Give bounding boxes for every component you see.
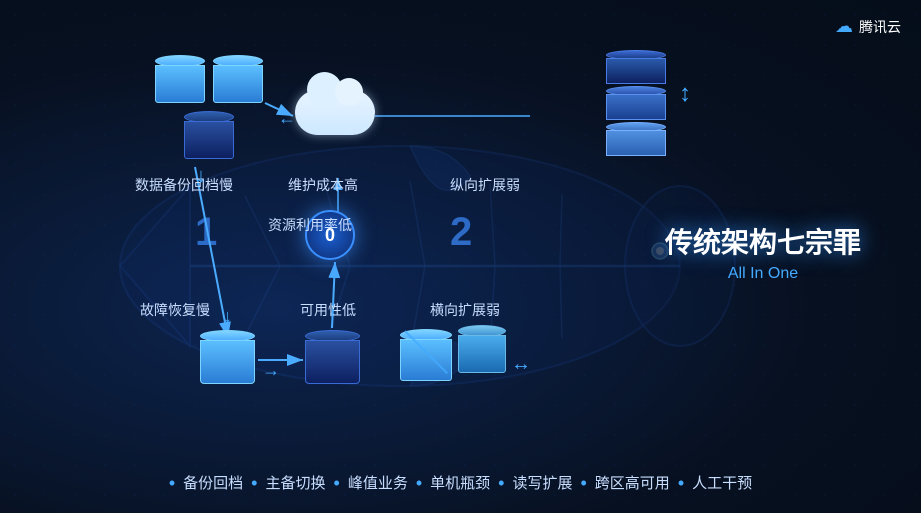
arrow-to-cloud: ← (278, 108, 296, 129)
bullet-dot-1: • (169, 474, 175, 492)
cloud-shape (295, 90, 375, 135)
title-en: All In One (665, 265, 861, 283)
number-one: 1 (195, 210, 217, 255)
cloud-logo-icon: ☁ (835, 16, 853, 37)
bullet-dot-4: • (416, 474, 422, 492)
bottom-bullets: • 备份回档 • 主备切换 • 峰值业务 • 单机瓶颈 • 读写扩展 • 跨区高… (30, 472, 891, 493)
bullet-rw: 读写扩展 (512, 472, 572, 493)
bottom-center-db: ↑ (305, 330, 360, 384)
top-right-db: ↕ (606, 50, 666, 156)
bullet-manual: 人工干预 (692, 472, 752, 493)
bullet-dot-2: • (251, 474, 257, 492)
bottom-left-db: ↓ → (200, 330, 255, 384)
bullet-dot-5: • (498, 474, 504, 492)
main-title: 传统架构七宗罪 All In One (665, 224, 861, 282)
top-left-db-group (155, 55, 263, 159)
label-maintenance: 维护成本高 (288, 175, 358, 195)
bullet-peak: 峰值业务 (348, 472, 408, 493)
bullet-dot-3: • (334, 474, 340, 492)
arrow-down-left: ↓ (196, 165, 206, 188)
logo: ☁ 腾讯云 (835, 16, 901, 37)
bullet-crosszone: 跨区高可用 (595, 472, 670, 493)
bullet-single: 单机瓶颈 (430, 472, 490, 493)
label-recovery: 故障恢复慢 (140, 300, 210, 320)
label-horizontal: 横向扩展弱 (430, 300, 500, 320)
bullet-backup: 备份回档 (183, 472, 243, 493)
bottom-right-db-group: ↔ (400, 325, 506, 381)
bullet-dot-7: • (678, 474, 684, 492)
bullet-dot-6: • (580, 474, 586, 492)
bullet-switch: 主备切换 (265, 472, 325, 493)
label-data-backup: 数据备份回档慢 (135, 175, 233, 195)
label-vertical: 纵向扩展弱 (450, 175, 520, 195)
title-cn: 传统架构七宗罪 (665, 224, 861, 260)
label-availability: 可用性低 (300, 300, 356, 320)
label-resource: 资源利用率低 (268, 215, 352, 235)
logo-text: 腾讯云 (859, 17, 901, 37)
number-two: 2 (450, 210, 472, 255)
